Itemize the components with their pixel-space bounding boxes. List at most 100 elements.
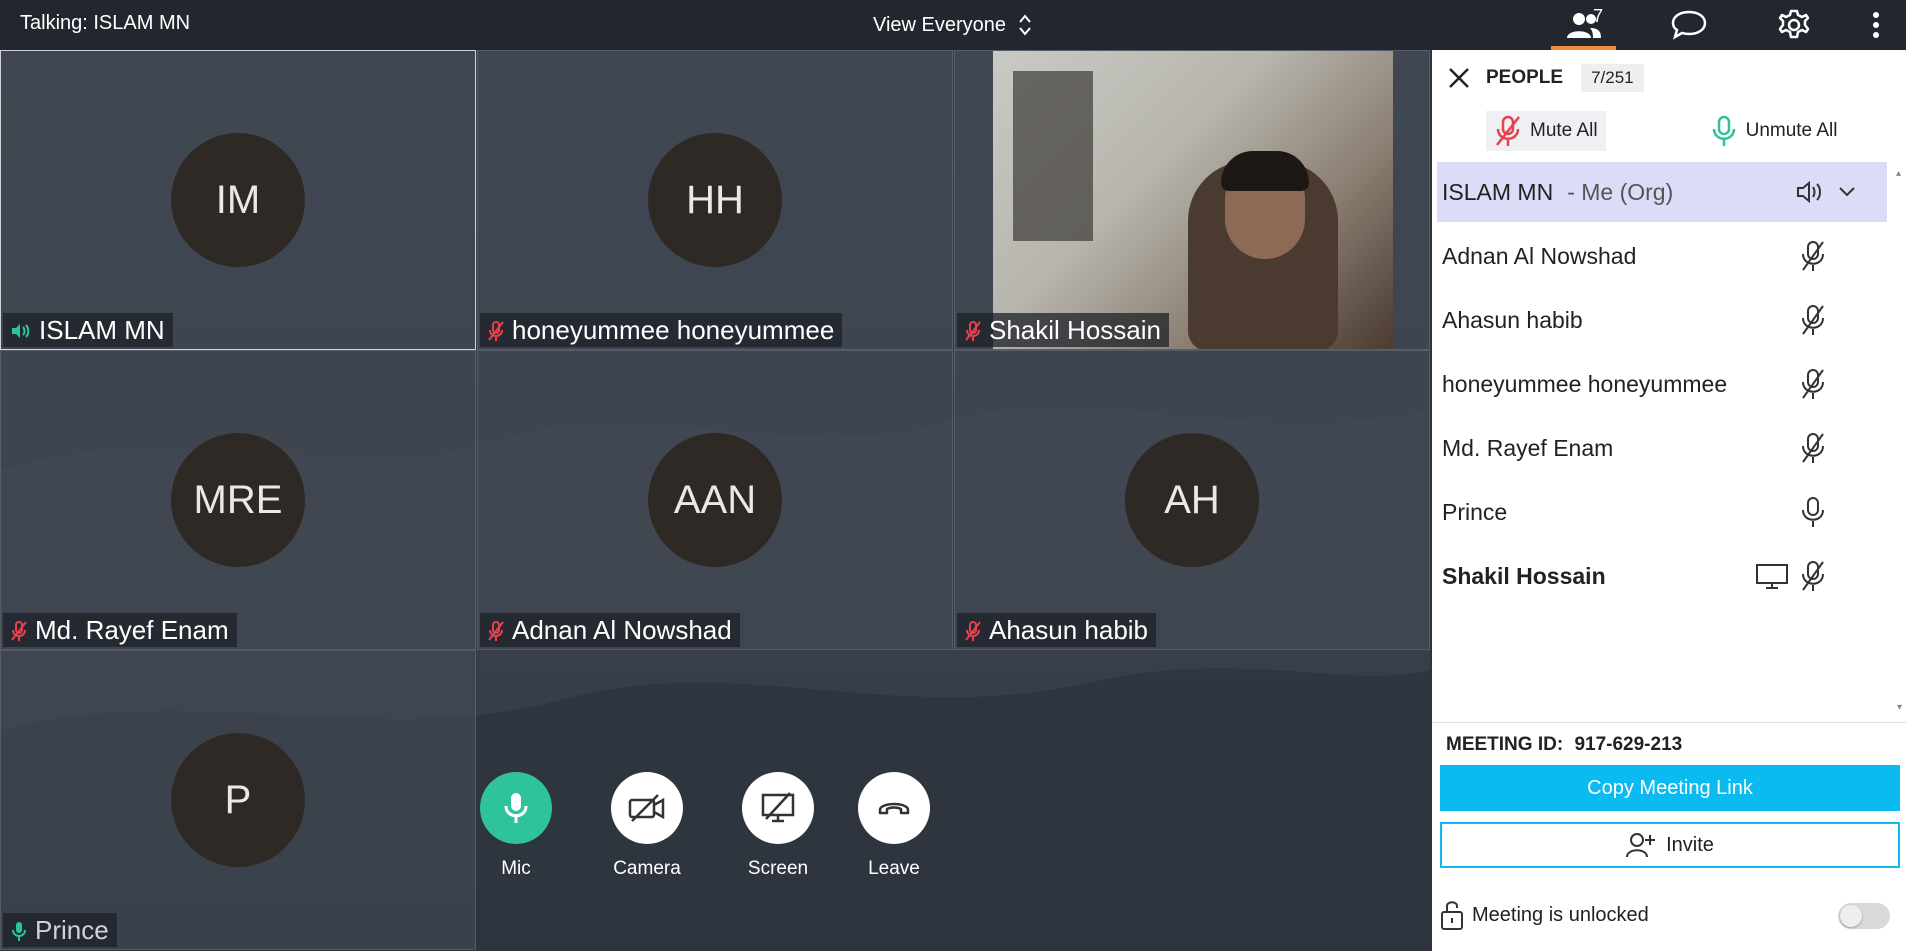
mic-muted-icon	[1496, 115, 1520, 146]
view-everyone-label: View Everyone	[873, 13, 1007, 36]
mic-muted-icon	[1802, 241, 1824, 271]
people-panel-header: PEOPLE 7/251	[1432, 50, 1906, 106]
participant-name: Md. Rayef Enam	[35, 615, 229, 645]
participant-name: Prince	[35, 915, 109, 945]
settings-tab[interactable]	[1741, 0, 1846, 50]
participant-tile-prince[interactable]: P Prince	[0, 650, 476, 950]
leave-button-label: Leave	[868, 858, 920, 879]
participant-tile-shakil-hossain[interactable]: Shakil Hossain	[954, 50, 1430, 350]
mic-button-circle[interactable]	[480, 772, 552, 844]
participant-tile-adnan-al-nowshad[interactable]: AAN Adnan Al Nowshad	[477, 350, 953, 650]
hang-up-icon	[878, 802, 910, 815]
meeting-id-value: 917-629-213	[1574, 734, 1683, 755]
mic-button[interactable]: Mic	[478, 772, 554, 880]
chevron-down-icon[interactable]	[1839, 187, 1855, 197]
participant-nametag: Shakil Hossain	[957, 313, 1169, 347]
close-icon[interactable]	[1446, 65, 1472, 91]
leave-button[interactable]: Leave	[856, 772, 932, 880]
lock-toggle[interactable]	[1838, 903, 1890, 929]
list-item[interactable]: Shakil Hossain	[1437, 544, 1887, 608]
participant-tile-md-rayef-enam[interactable]: MRE Md. Rayef Enam	[0, 350, 476, 650]
gear-icon	[1778, 9, 1809, 39]
participant-nametag: Ahasun habib	[957, 613, 1157, 647]
participant-name: Shakil Hossain	[1442, 562, 1606, 589]
participant-name: honeyummee honeyummee	[1442, 370, 1728, 397]
list-item[interactable]: honeyummee honeyummee	[1437, 352, 1887, 416]
participant-list: ISLAM MN - Me (Org) ▴ Adnan Al Nowshad A…	[1437, 162, 1901, 608]
panel-title: PEOPLE	[1486, 67, 1564, 88]
participant-name: Shakil Hossain	[989, 315, 1161, 345]
mic-button-label: Mic	[501, 858, 531, 879]
screen-share-off-icon	[761, 792, 795, 823]
participant-name: honeyummee honeyummee	[512, 315, 835, 345]
participant-count-badge: 7/251	[1581, 64, 1644, 92]
lock-status-label: Meeting is unlocked	[1472, 903, 1649, 926]
screen-button-label: Screen	[747, 858, 809, 879]
people-panel: PEOPLE 7/251 Mute All Unmute All ISLAM M…	[1432, 50, 1906, 951]
mic-muted-icon	[488, 320, 504, 341]
mic-icon	[12, 921, 26, 941]
participant-name: Adnan Al Nowshad	[1442, 242, 1637, 269]
list-item[interactable]: ISLAM MN - Me (Org) ▴	[1437, 162, 1901, 222]
invite-label: Invite	[1666, 833, 1714, 856]
top-bar: Talking: ISLAM MN View Everyone 7	[0, 0, 1906, 50]
avatar: AH	[1125, 433, 1259, 567]
avatar: AAN	[648, 433, 782, 567]
participant-tile-ahasun-habib[interactable]: AH Ahasun habib	[954, 350, 1430, 650]
more-menu-button[interactable]	[1846, 0, 1906, 50]
camera-button-circle[interactable]	[611, 772, 683, 844]
avatar: MRE	[171, 433, 305, 567]
divider	[1432, 722, 1906, 723]
mic-muted-icon	[1802, 369, 1824, 399]
participant-tile-islam-mn[interactable]: IM ISLAM MN	[0, 50, 476, 350]
add-person-icon	[1626, 833, 1656, 858]
mute-all-button[interactable]: Mute All	[1486, 111, 1606, 151]
mic-muted-icon	[1802, 305, 1824, 335]
screen-button-circle[interactable]	[742, 772, 814, 844]
avatar: HH	[648, 133, 782, 267]
view-everyone-dropdown[interactable]: View Everyone	[873, 12, 1032, 38]
invite-button[interactable]: Invite	[1440, 822, 1900, 868]
participant-name: Prince	[1442, 498, 1508, 525]
chat-icon	[1671, 10, 1706, 40]
participant-nametag: Md. Rayef Enam	[3, 613, 237, 647]
mic-icon	[1802, 497, 1824, 527]
mic-icon	[1712, 115, 1735, 146]
kebab-menu-icon	[1873, 12, 1879, 38]
participant-name: Ahasun habib	[1442, 306, 1583, 333]
unlock-icon	[1441, 901, 1463, 930]
participant-name: Adnan Al Nowshad	[512, 615, 732, 645]
list-item[interactable]: Prince	[1437, 480, 1887, 544]
people-count: 7	[1593, 6, 1604, 26]
participant-name: ISLAM MN	[39, 315, 165, 345]
camera-button[interactable]: Camera	[609, 772, 685, 880]
screen-share-button[interactable]: Screen	[740, 772, 816, 880]
call-controls: Mic Camera Screen Leave	[478, 772, 958, 902]
unmute-all-button[interactable]: Unmute All	[1702, 111, 1846, 151]
participant-nametag: Prince	[3, 913, 117, 947]
mute-controls: Mute All Unmute All	[1432, 106, 1906, 156]
participant-tile-honeyummee[interactable]: HH honeyummee honeyummee	[477, 50, 953, 350]
avatar: P	[171, 733, 305, 867]
participant-name: Ahasun habib	[989, 615, 1149, 645]
mute-all-label: Mute All	[1530, 120, 1598, 141]
leave-button-circle[interactable]	[858, 772, 930, 844]
list-item[interactable]: Adnan Al Nowshad	[1437, 224, 1887, 288]
meeting-id-label: MEETING ID:	[1446, 734, 1564, 755]
talking-indicator: Talking: ISLAM MN	[20, 12, 191, 34]
scroll-down-icon[interactable]: ▾	[1897, 702, 1902, 713]
mic-muted-icon	[1802, 433, 1824, 463]
meeting-lock-row: Meeting is unlocked	[1440, 895, 1900, 935]
list-item[interactable]: Md. Rayef Enam	[1437, 416, 1887, 480]
speaker-active-icon	[12, 323, 30, 338]
participant-nametag: ISLAM MN	[3, 313, 173, 347]
mic-muted-icon	[965, 320, 981, 341]
participant-nametag: honeyummee honeyummee	[480, 313, 843, 347]
people-tab[interactable]: 7	[1531, 0, 1636, 50]
scroll-up-icon[interactable]: ▴	[1896, 168, 1901, 179]
participant-video	[993, 51, 1393, 349]
copy-meeting-link-button[interactable]: Copy Meeting Link	[1440, 765, 1900, 811]
list-item[interactable]: Ahasun habib	[1437, 288, 1887, 352]
chat-tab[interactable]	[1636, 0, 1741, 50]
participant-name: Md. Rayef Enam	[1442, 434, 1614, 461]
